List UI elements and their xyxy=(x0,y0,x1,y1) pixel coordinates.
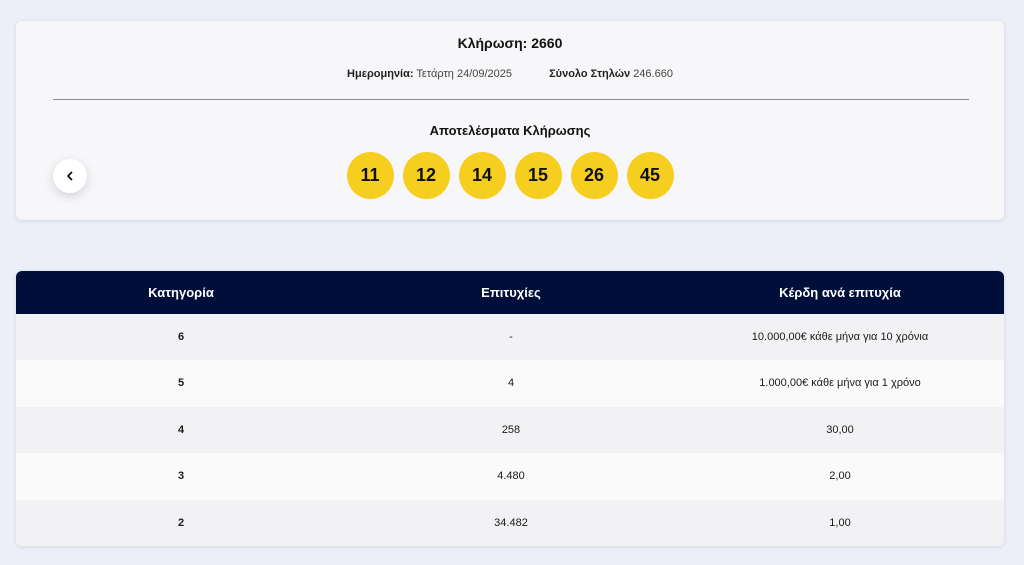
draw-date-label: Ημερομηνία: xyxy=(347,68,414,80)
draw-date-value: Τετάρτη 24/09/2025 xyxy=(416,68,513,80)
header-prize: Κέρδη ανά επιτυχία xyxy=(779,285,901,300)
winning-numbers: 11 12 14 15 26 45 xyxy=(16,152,1004,199)
draw-title: Κλήρωση: 2660 xyxy=(457,35,563,51)
number-ball: 12 xyxy=(402,152,450,199)
category-cell: 6 xyxy=(177,331,185,343)
winners-cell: 4.480 xyxy=(497,470,525,483)
number-ball: 11 xyxy=(346,152,394,199)
category-cell: 5 xyxy=(177,377,185,390)
header-category: Κατηγορία xyxy=(148,285,214,300)
divider xyxy=(53,99,969,100)
prize-cell: 10.000,00€ κάθε μήνα για 10 χρόνια xyxy=(751,331,929,343)
header-winners: Επιτυχίες xyxy=(481,285,541,300)
winners-cell: 258 xyxy=(501,423,521,436)
draw-columns-value: 246.660 xyxy=(633,68,673,80)
prize-cell: 2,00 xyxy=(829,470,851,483)
table-row: 5 4 1.000,00€ κάθε μήνα για 1 χρόνο xyxy=(16,360,1004,407)
prize-cell: 30,00 xyxy=(826,423,854,436)
table-row: 4 258 30,00 xyxy=(16,406,1004,454)
number-ball: 14 xyxy=(458,152,506,199)
category-cell: 3 xyxy=(177,470,185,483)
draw-columns-label: Σύνολο Στηλών xyxy=(549,68,631,80)
number-ball: 26 xyxy=(570,152,618,199)
category-cell: 2 xyxy=(177,516,185,529)
winners-cell: 34.482 xyxy=(494,516,528,529)
draw-meta: Ημερομηνία: Τετάρτη 24/09/2025 Σύνολο Στ… xyxy=(16,68,1004,80)
winners-cell: - xyxy=(509,331,513,343)
prize-cell: 1.000,00€ κάθε μήνα για 1 χρόνο xyxy=(759,377,921,390)
draw-columns: Σύνολο Στηλών 246.660 xyxy=(549,68,673,80)
draw-date: Ημερομηνία: Τετάρτη 24/09/2025 xyxy=(347,68,512,80)
winners-cell: 4 xyxy=(507,377,515,390)
number-ball: 45 xyxy=(626,152,674,199)
table-body: 6 - 10.000,00€ κάθε μήνα για 10 χρόνια 5… xyxy=(16,314,1004,546)
results-title: Αποτελέσματα Κλήρωσης xyxy=(429,123,591,138)
table-header: Κατηγορία Επιτυχίες Κέρδη ανά επιτυχία xyxy=(16,271,1004,314)
draw-info-card: Κλήρωση: 2660 Ημερομηνία: Τετάρτη 24/09/… xyxy=(16,21,1004,220)
table-row: 2 34.482 1,00 xyxy=(16,499,1004,546)
prize-cell: 1,00 xyxy=(829,516,851,529)
table-row: 6 - 10.000,00€ κάθε μήνα για 10 χρόνια xyxy=(16,314,1004,361)
category-cell: 4 xyxy=(177,423,185,436)
prize-table: Κατηγορία Επιτυχίες Κέρδη ανά επιτυχία 6… xyxy=(16,271,1004,546)
table-row: 3 4.480 2,00 xyxy=(16,453,1004,500)
number-ball: 15 xyxy=(514,152,562,199)
